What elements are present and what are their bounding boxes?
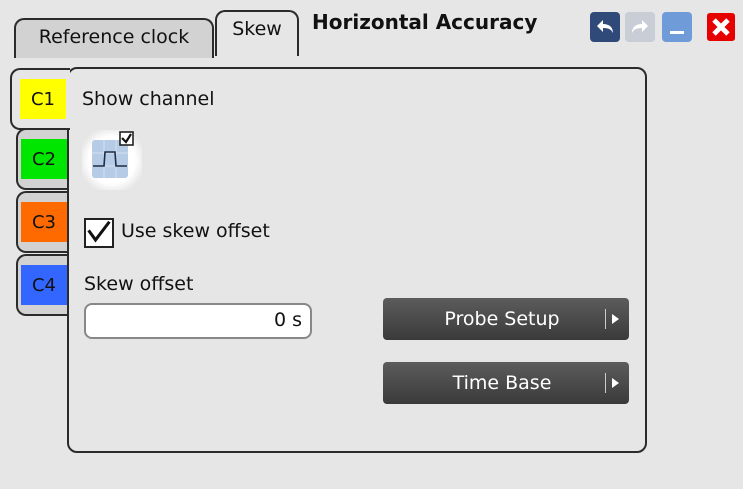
channel-tab-c2[interactable]: C2 xyxy=(16,128,68,190)
time-base-button[interactable]: Time Base xyxy=(383,362,629,404)
time-base-label: Time Base xyxy=(452,372,552,394)
channel-chip-c4: C4 xyxy=(21,265,67,305)
channel-tab-c1[interactable]: C1 xyxy=(10,68,70,130)
channel-label: C4 xyxy=(31,274,57,296)
channel-label: C3 xyxy=(31,211,57,233)
channel-label: C2 xyxy=(31,148,57,170)
waveform-checkbox-icon xyxy=(92,131,134,178)
tab-skew-label: Skew xyxy=(232,18,282,40)
show-channel-label: Show channel xyxy=(82,88,215,110)
chevron-right-icon xyxy=(612,378,619,388)
redo-arrow-icon xyxy=(632,20,648,33)
channel-tab-c4[interactable]: C4 xyxy=(16,254,68,316)
tab-skew[interactable]: Skew xyxy=(215,10,299,56)
chevron-right-icon xyxy=(612,314,619,324)
probe-setup-label: Probe Setup xyxy=(444,308,560,330)
close-x-icon xyxy=(707,13,735,41)
button-separator xyxy=(605,373,606,393)
checkmark-icon xyxy=(87,220,111,243)
minimize-icon xyxy=(670,31,684,34)
undo-button[interactable] xyxy=(590,12,620,42)
undo-arrow-icon xyxy=(597,20,613,33)
skew-offset-input[interactable]: 0 s xyxy=(84,303,312,339)
channel-chip-c1: C1 xyxy=(20,79,66,119)
use-skew-offset-checkbox[interactable] xyxy=(84,218,114,248)
redo-button[interactable] xyxy=(625,12,655,42)
minimize-button[interactable] xyxy=(662,12,692,42)
dialog-title: Horizontal Accuracy xyxy=(312,10,538,34)
skew-offset-label: Skew offset xyxy=(84,273,194,295)
channel-tab-c3[interactable]: C3 xyxy=(16,191,68,253)
show-channel-toggle[interactable] xyxy=(82,130,142,190)
channel-label: C1 xyxy=(30,88,56,110)
tab-reference-clock[interactable]: Reference clock xyxy=(14,18,214,58)
button-separator xyxy=(605,309,606,329)
tab-reference-clock-label: Reference clock xyxy=(38,26,190,48)
close-button[interactable] xyxy=(706,12,736,42)
channel-chip-c3: C3 xyxy=(21,202,67,242)
channel-chip-c2: C2 xyxy=(21,139,67,179)
use-skew-offset-label: Use skew offset xyxy=(121,220,270,242)
probe-setup-button[interactable]: Probe Setup xyxy=(383,298,629,340)
